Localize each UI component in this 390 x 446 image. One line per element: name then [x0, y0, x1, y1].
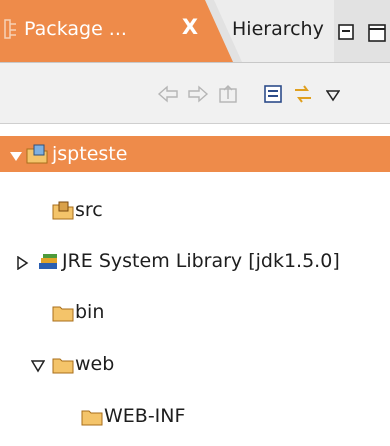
view-toolbar: [0, 63, 390, 124]
up-one-level-icon[interactable]: [217, 83, 239, 105]
tree-item-web[interactable]: web: [0, 346, 390, 382]
forward-arrow-icon[interactable]: [187, 83, 209, 105]
library-icon: [38, 251, 60, 276]
view-menu-chevron-down-icon[interactable]: [325, 85, 348, 107]
tree-item-label: jspteste: [52, 143, 128, 165]
expanded-chevron-icon[interactable]: [9, 146, 23, 161]
tree-item-web-inf[interactable]: WEB-INF: [0, 398, 390, 434]
collapse-all-icon[interactable]: [262, 83, 284, 105]
folder-icon: [81, 406, 103, 431]
tree-item-bin[interactable]: bin: [0, 294, 390, 330]
package-explorer-icon: [4, 19, 18, 44]
tree-item-jre[interactable]: JRE System Library [jdk1.5.0]: [0, 243, 390, 279]
minimize-maximize-icons[interactable]: [338, 24, 390, 49]
project-folder-icon: [26, 144, 48, 169]
back-arrow-icon[interactable]: [157, 83, 179, 105]
tree-item-project[interactable]: jspteste: [0, 136, 390, 172]
tree-item-label: src: [75, 199, 103, 221]
expanded-chevron-icon[interactable]: [30, 356, 46, 373]
tab-package-explorer-label: Package ...: [24, 18, 127, 40]
folder-icon: [52, 354, 74, 379]
folder-icon: [52, 302, 74, 327]
tree-item-src[interactable]: src: [0, 192, 390, 228]
close-icon[interactable]: X: [178, 15, 202, 39]
tab-hierarchy[interactable]: Hierarchy: [214, 0, 334, 62]
tab-package-explorer[interactable]: Package ... X: [0, 0, 233, 62]
tab-hierarchy-label: Hierarchy: [232, 18, 324, 40]
source-folder-icon: [52, 200, 74, 225]
link-with-editor-icon[interactable]: [292, 83, 314, 105]
tree-item-label: web: [75, 353, 115, 375]
tree-item-label: JRE System Library [jdk1.5.0]: [62, 250, 340, 272]
collapsed-chevron-icon[interactable]: [15, 253, 29, 271]
view-tab-bar: Package ... X Hierarchy: [0, 0, 390, 63]
tree-item-label: WEB-INF: [104, 405, 186, 427]
tree-item-label: bin: [75, 301, 105, 323]
